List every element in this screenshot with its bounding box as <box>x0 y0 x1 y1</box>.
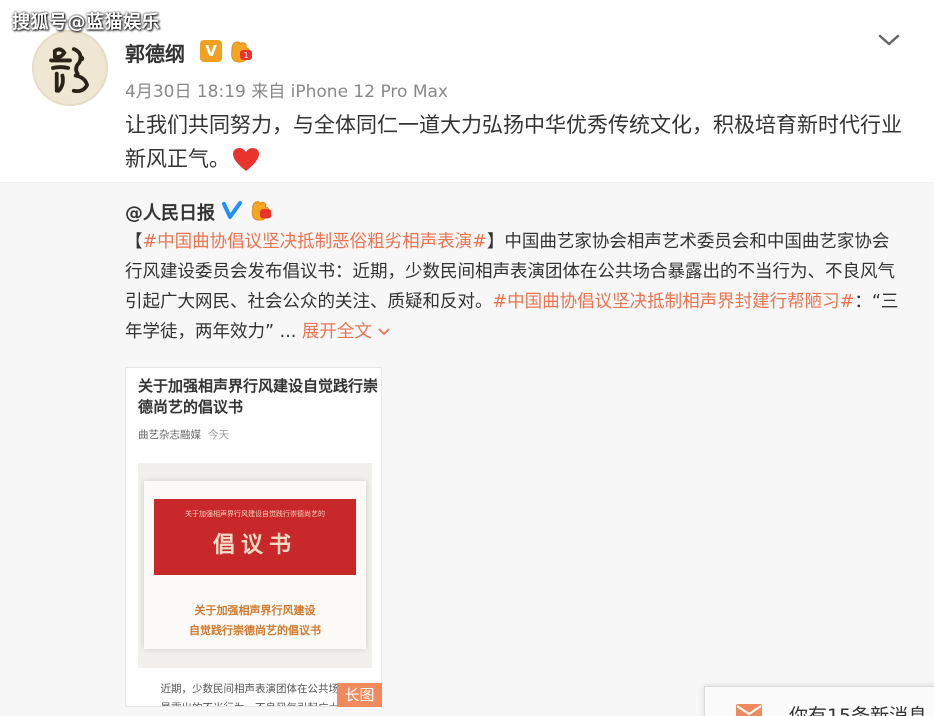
bracket-open: 【 <box>125 232 143 252</box>
card-body-line-2: 暴露出的不当行为、不良风气引起广大网 <box>140 699 370 706</box>
card-date: 今天 <box>208 429 229 441</box>
hashtag-link[interactable]: #中国曲协倡议坚决抵制相声界封建行帮陋习# <box>493 292 855 312</box>
card-body-line-1: 近期，少数民间相声表演团体在公共场合 <box>160 683 350 695</box>
notice-text: 你有15条新消息 <box>789 705 928 716</box>
long-image-card[interactable]: 关于加强相声界行风建设自觉践行崇德尚艺的倡议书 曲艺杂志融媒 今天 关于加强相声… <box>125 367 382 707</box>
doc-subtitle-line-1: 关于加强相声界行风建设 <box>194 604 316 617</box>
repost-block: @人民日报 【#中国曲协倡议坚决抵制恶俗粗劣相声表演#】中国曲艺家协会相声艺术委… <box>0 182 934 716</box>
repost-text: 【#中国曲协倡议坚决抵制恶俗粗劣相声表演#】中国曲艺家协会相声艺术委员会和中国曲… <box>125 227 905 347</box>
repost-author[interactable]: @人民日报 <box>125 199 215 225</box>
document-preview: 关于加强相声界行风建设自觉践行崇德尚艺的 倡议书 关于加强相声界行风建设 自觉践… <box>138 463 372 668</box>
verified-blue-icon <box>222 201 242 219</box>
calligraphy-avatar-icon <box>34 32 106 104</box>
envelope-icon <box>736 704 762 716</box>
post-meta: 4月30日 18:19 来自 iPhone 12 Pro Max <box>125 82 448 102</box>
expand-label: 展开全文 <box>301 322 372 342</box>
post-text: 让我们共同努力，与全体同仁一道大力弘扬中华优秀传统文化，积极培育新时代行业新风正… <box>125 108 905 176</box>
doc-subtitle-line-2: 自觉践行崇德尚艺的倡议书 <box>189 624 321 637</box>
doc-banner-title: 倡议书 <box>212 532 297 558</box>
card-source: 曲艺杂志融媒 <box>138 429 201 441</box>
document-page: 关于加强相声界行风建设自觉践行崇德尚艺的 倡议书 关于加强相声界行风建设 自觉践… <box>144 481 366 649</box>
avatar[interactable] <box>32 30 108 106</box>
watermark: 搜狐号@蓝猫娱乐 <box>12 12 160 33</box>
long-image-badge: 长图 <box>337 683 382 707</box>
hashtag-link[interactable]: #中国曲协倡议坚决抵制恶俗粗劣相声表演# <box>143 232 487 252</box>
heart-emoji-icon <box>233 148 259 171</box>
svg-text:1: 1 <box>243 51 248 60</box>
card-body-text: 近期，少数民间相声表演团体在公共场合 暴露出的不当行为、不良风气引起广大网 <box>140 680 370 706</box>
expand-full-text-link[interactable]: 展开全文 <box>302 322 392 342</box>
fan-badge-icon <box>251 201 272 221</box>
doc-subtitle: 关于加强相声界行风建设 自觉践行崇德尚艺的倡议书 <box>144 601 366 641</box>
document-red-banner: 关于加强相声界行风建设自觉践行崇德尚艺的 倡议书 <box>154 499 356 575</box>
chevron-down-icon[interactable] <box>876 30 902 50</box>
chevron-down-icon <box>378 328 391 336</box>
verified-badge-icon: V <box>200 40 222 62</box>
doc-banner-subtitle: 关于加强相声界行风建设自觉践行崇德尚艺的 <box>185 510 325 518</box>
bracket-close: 】 <box>486 232 505 252</box>
new-message-notice[interactable]: 你有15条新消息 <box>704 686 934 716</box>
author-name[interactable]: 郭德纲 <box>125 38 185 67</box>
fan-badge-icon: 1 <box>231 41 252 63</box>
card-title: 关于加强相声界行风建设自觉践行崇德尚艺的倡议书 <box>138 377 379 416</box>
